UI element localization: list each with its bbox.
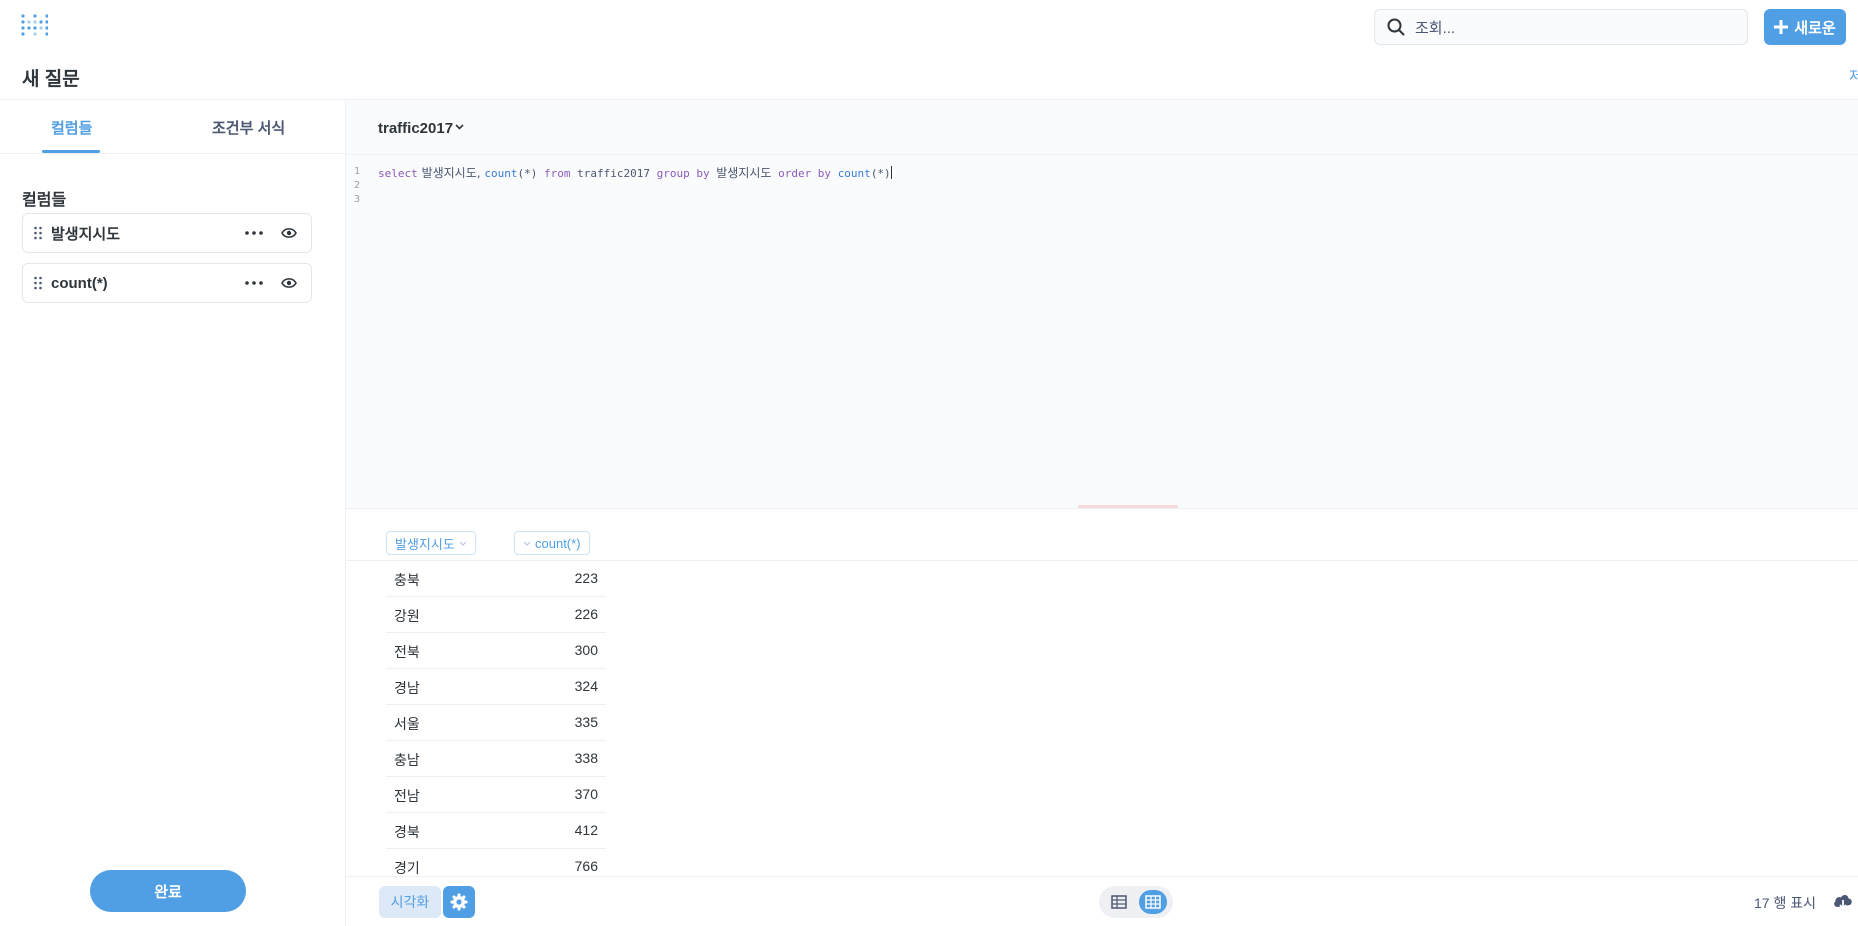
metabase-logo-icon[interactable] — [20, 12, 49, 40]
table-row: 경북 412 — [386, 813, 606, 849]
top-nav: 조회... 새로운 — [0, 0, 1858, 50]
cell-count[interactable]: 335 — [575, 714, 598, 730]
drag-handle-icon[interactable] — [33, 276, 43, 290]
query-main: traffic2017 1 2 3 select 발생지시도, count(*)… — [346, 100, 1858, 926]
sql-keyword: select — [378, 167, 418, 180]
page-title: 새 질문 — [22, 69, 80, 90]
gear-icon — [450, 893, 468, 911]
cell-sido[interactable]: 경기 — [394, 858, 420, 878]
plus-icon — [1774, 20, 1789, 34]
eye-icon[interactable] — [281, 277, 297, 289]
cell-count[interactable]: 223 — [575, 570, 598, 586]
new-button[interactable]: 새로운 — [1764, 9, 1846, 45]
question-header: 새 질문 저 — [0, 50, 1858, 100]
cell-sido[interactable]: 전북 — [394, 642, 420, 662]
done-button[interactable]: 완료 — [90, 870, 246, 912]
eye-icon[interactable] — [281, 227, 297, 239]
sql-keyword: group by — [650, 167, 717, 180]
tab-conditional-formatting[interactable]: 조건부 서식 — [212, 117, 285, 138]
text-cursor — [890, 166, 892, 179]
column-item[interactable]: 발생지시도 — [22, 213, 312, 253]
column-header-sido[interactable]: 발생지시도 — [386, 531, 476, 555]
results-footer: 시각화 17 행 표시 — [346, 876, 1858, 926]
column-settings-sidebar: 컬럼들 조건부 서식 컬럼들 발생지시도 count(*) 완료 — [0, 100, 346, 926]
chevron-down-icon — [459, 541, 467, 546]
more-options-icon[interactable] — [245, 231, 263, 235]
tab-columns[interactable]: 컬럼들 — [51, 117, 92, 138]
database-selector-bar: traffic2017 — [346, 100, 1858, 155]
sql-keyword: order by — [771, 167, 838, 180]
sql-function: count — [484, 167, 518, 180]
columns-section-title: 컬럼들 — [22, 192, 67, 209]
visualization-button[interactable]: 시각화 — [379, 886, 441, 918]
grid-icon — [1145, 895, 1161, 909]
column-header-count[interactable]: count(*) — [514, 531, 590, 555]
chevron-down-icon[interactable] — [455, 124, 464, 130]
settings-button[interactable] — [443, 886, 475, 918]
table-row: 서울 335 — [386, 705, 606, 741]
column-item[interactable]: count(*) — [22, 263, 312, 303]
cell-sido[interactable]: 강원 — [394, 606, 420, 626]
visualization-view-toggle[interactable] — [1139, 890, 1167, 914]
column-header-label: count(*) — [535, 535, 581, 551]
sql-editor[interactable]: traffic2017 1 2 3 select 발생지시도, count(*)… — [346, 100, 1858, 508]
sidebar-tabs: 컬럼들 조건부 서식 — [0, 100, 345, 154]
search-placeholder: 조회... — [1415, 19, 1456, 37]
table-row: 경남 324 — [386, 669, 606, 705]
column-item-label: 발생지시도 — [51, 225, 121, 243]
table-icon — [1111, 895, 1127, 909]
sql-table: traffic2017 — [577, 167, 651, 180]
sql-args: (*) — [517, 167, 538, 180]
line-number: 2 — [354, 180, 361, 191]
sql-function: count — [837, 167, 871, 180]
sql-keyword: from — [537, 167, 578, 180]
sql-args: (*) — [870, 167, 891, 180]
table-row: 강원 226 — [386, 597, 606, 633]
cell-count[interactable]: 300 — [575, 642, 598, 658]
new-button-label: 새로운 — [1794, 19, 1836, 37]
results-table: 발생지시도 count(*) 충북 223 강원 226 전북 300 경남 324 서… — [346, 508, 1858, 885]
table-row: 전북 300 — [386, 633, 606, 669]
active-tab-indicator — [42, 150, 100, 153]
cell-count[interactable]: 412 — [575, 822, 598, 838]
cell-sido[interactable]: 충북 — [394, 570, 420, 590]
code-line: select 발생지시도, count(*) from traffic2017 … — [378, 164, 892, 181]
cell-sido[interactable]: 전남 — [394, 786, 420, 806]
cell-sido[interactable]: 서울 — [394, 714, 420, 734]
cell-sido[interactable]: 경북 — [394, 822, 420, 842]
download-icon[interactable] — [1832, 892, 1854, 910]
column-header-label: 발생지시도 — [395, 536, 455, 552]
sql-identifier: 발생지시도, — [417, 166, 485, 180]
cell-sido[interactable]: 충남 — [394, 750, 420, 770]
cell-count[interactable]: 766 — [575, 858, 598, 874]
header-edge-link[interactable]: 저 — [1849, 66, 1858, 86]
table-view-toggle[interactable] — [1107, 890, 1131, 914]
drag-handle-icon[interactable] — [33, 226, 43, 240]
search-icon — [1387, 18, 1405, 36]
search-input[interactable]: 조회... — [1374, 9, 1748, 45]
column-item-label: count(*) — [51, 274, 108, 292]
row-count-label: 17 행 표시 — [1754, 895, 1816, 911]
line-number: 3 — [354, 194, 361, 205]
cell-count[interactable]: 338 — [575, 750, 598, 766]
cell-count[interactable]: 324 — [575, 678, 598, 694]
cell-sido[interactable]: 경남 — [394, 678, 420, 698]
view-toggle[interactable] — [1099, 886, 1173, 918]
table-row: 전남 370 — [386, 777, 606, 813]
chevron-down-icon — [523, 541, 531, 546]
database-selector[interactable]: traffic2017 — [378, 120, 453, 137]
sql-identifier: 발생지시도 — [716, 166, 772, 180]
more-options-icon[interactable] — [245, 281, 263, 285]
table-row: 충북 223 — [386, 561, 606, 597]
line-number: 1 — [354, 166, 361, 177]
cell-count[interactable]: 226 — [575, 606, 598, 622]
table-row: 충남 338 — [386, 741, 606, 777]
cell-count[interactable]: 370 — [575, 786, 598, 802]
